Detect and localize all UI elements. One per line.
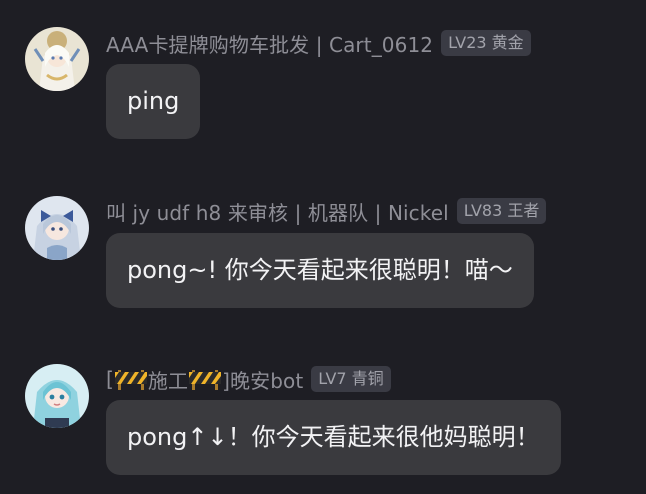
message-bubble[interactable]: pong~! 你今天看起来很聪明！喵～ (106, 233, 534, 308)
sender-name[interactable]: 叫 jy udf h8 来审核 | 机器队 | Nickel (106, 197, 449, 226)
avatar[interactable] (25, 27, 89, 91)
level-badge: LV23 黄金 (441, 30, 531, 56)
sender-name-prefix: [ (106, 367, 114, 391)
message-header: [ 施工 ]晚安bot LV7 青铜 (106, 364, 391, 394)
avatar[interactable] (25, 196, 89, 260)
message-bubble[interactable]: ping (106, 64, 201, 139)
construction-barrier-icon (189, 370, 222, 390)
sender-name-middle: 施工 (147, 368, 189, 393)
message-text: ping (127, 87, 180, 115)
message-text: pong~! 你今天看起来很聪明！喵～ (127, 256, 513, 284)
message-header: 叫 jy udf h8 来审核 | 机器队 | Nickel LV83 王者 (106, 196, 547, 226)
message-header: AAA卡提牌购物车批发 | Cart_0612 LV23 黄金 (106, 28, 531, 58)
level-badge: LV7 青铜 (311, 366, 391, 392)
level-badge: LV83 王者 (456, 198, 547, 224)
anime-girl-teal-hair-avatar-icon (25, 364, 89, 428)
construction-barrier-icon (114, 370, 147, 390)
sender-name[interactable]: [ 施工 ]晚安bot (106, 365, 303, 394)
message-text: pong↑↓！你今天看起来很他妈聪明！ (127, 423, 540, 451)
avatar[interactable] (25, 364, 89, 428)
anime-girl-white-hair-avatar-icon (25, 27, 89, 91)
sender-name[interactable]: AAA卡提牌购物车批发 | Cart_0612 (106, 29, 433, 58)
sender-name-suffix: ]晚安bot (222, 368, 304, 393)
anime-girl-blue-bow-avatar-icon (25, 196, 89, 260)
message-bubble[interactable]: pong↑↓！你今天看起来很他妈聪明！ (106, 400, 561, 475)
